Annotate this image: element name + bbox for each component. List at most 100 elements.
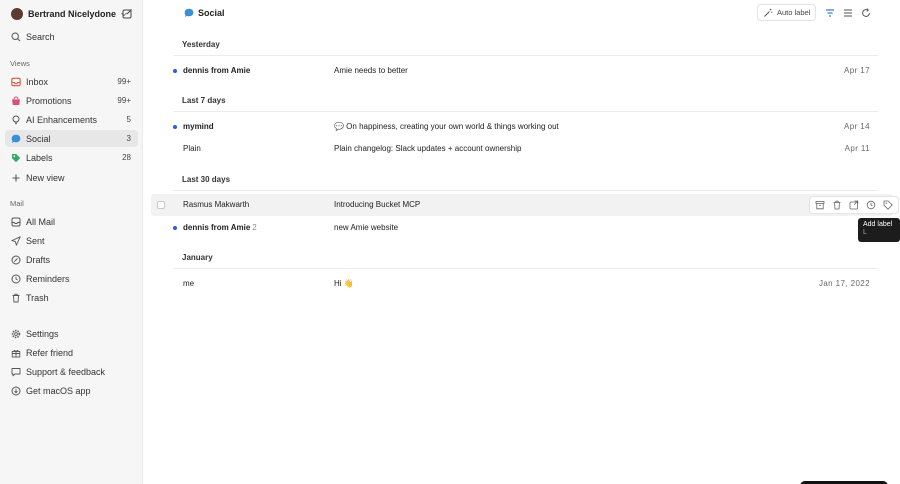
sidebar-item-social[interactable]: Social 3 [5,130,138,147]
group-header: Last 7 days [182,96,226,105]
gear-icon [11,329,21,339]
magic-wand-icon [763,8,773,18]
group-header: Last 30 days [182,175,231,184]
compose-icon[interactable] [122,8,133,19]
tooltip-add-label: Add label L [858,218,900,242]
promotions-icon [11,95,21,106]
page-title: Social [184,7,225,19]
auto-label-button[interactable]: Auto label [757,4,816,21]
sidebar-item-label: Drafts [26,254,51,265]
trash-icon[interactable] [832,200,842,210]
sidebar-item-label: Social [26,133,51,144]
archive-icon[interactable] [815,200,825,210]
sidebar-item-ai-enhancements[interactable]: AI Enhancements 5 [5,111,138,128]
sidebar-item-label: New view [26,172,65,183]
group-header: Yesterday [182,40,220,49]
mail-section-title: Mail [10,199,24,208]
search-icon [11,31,21,42]
account-switcher[interactable]: Bertrand Nicelydone [11,7,128,20]
reminder-clock-icon [11,274,21,284]
table-row[interactable]: mymind 💬 On happiness, creating your own… [151,116,893,138]
new-view-button[interactable]: New view [5,169,138,186]
divider [173,111,878,112]
draft-icon [11,255,21,265]
row-checkbox[interactable] [157,201,165,209]
sidebar-item-label: Sent [26,235,45,246]
sender: Rasmus Makwarth [183,200,250,209]
filter-icon[interactable] [825,8,835,18]
sender: dennis from Amie 2 [183,223,257,232]
sidebar-item-reminders[interactable]: Reminders [5,270,138,287]
sidebar-item-label: All Mail [26,216,56,227]
date: Jan 17, 2022 [818,279,870,288]
sidebar-item-refer-friend[interactable]: Refer friend [5,344,138,361]
subject: Amie needs to better [334,66,408,75]
row-actions-toolbar [809,196,899,214]
table-row[interactable]: dennis from Amie Amie needs to better Ap… [151,60,893,82]
send-icon [11,235,21,246]
chat-bubble-icon [11,134,21,144]
views-section-title: Views [10,59,30,68]
snooze-clock-icon[interactable] [866,200,876,210]
sidebar: Bertrand Nicelydone Search Views Inbox 9… [0,0,143,484]
sidebar-item-drafts[interactable]: Drafts [5,251,138,268]
all-mail-icon [11,217,21,227]
sidebar-item-trash[interactable]: Trash [5,289,138,306]
sidebar-item-support[interactable]: Support & feedback [5,363,138,380]
sidebar-item-label: Refer friend [26,347,74,358]
sidebar-item-inbox[interactable]: Inbox 99+ [5,73,138,90]
group-header: January [182,253,213,262]
search-label: Search [26,31,55,42]
sidebar-item-label: AI Enhancements [26,114,98,125]
sidebar-item-labels[interactable]: Labels 28 [5,149,138,166]
table-row[interactable]: Rasmus Makwarth Introducing Bucket MCP [151,194,899,216]
sender: Plain [183,144,201,153]
auto-label-text: Auto label [777,8,811,17]
unread-count: 99+ [117,77,131,86]
unread-count: 3 [126,134,131,143]
sidebar-item-label: Reminders [26,273,70,284]
sender-name: dennis from Amie [183,223,251,232]
main-content: Social Auto label Yesterday dennis from … [143,0,900,484]
divider [173,190,878,191]
refresh-icon[interactable] [861,8,871,18]
account-name: Bertrand Nicelydone [28,8,117,19]
sidebar-item-promotions[interactable]: Promotions 99+ [5,92,138,109]
table-row[interactable]: dennis from Amie2 new Amie website Ap [151,217,893,239]
divider [173,55,878,56]
chat-bubble-icon [184,8,194,18]
subject: Plain changelog: Slack updates + account… [334,144,522,153]
add-label-icon[interactable] [883,200,893,210]
unread-count: 99+ [117,96,131,105]
trash-icon [11,293,21,303]
download-icon [11,386,21,396]
sidebar-item-label: Settings [26,328,59,339]
sidebar-item-all-mail[interactable]: All Mail [5,213,138,230]
search-button[interactable]: Search [5,28,138,45]
list-view-icon[interactable] [843,8,853,18]
tooltip-shortcut: L [863,229,867,236]
sender: me [183,279,195,288]
move-to-icon[interactable] [849,200,859,210]
table-row[interactable]: Plain Plain changelog: Slack updates + a… [151,138,893,160]
sidebar-item-settings[interactable]: Settings [5,325,138,342]
date: Apr 17 [844,66,870,75]
table-row[interactable]: me Hi 👋 Jan 17, 2022 [151,273,893,295]
sidebar-item-label: Get macOS app [26,385,91,396]
subject: new Amie website [334,223,399,232]
sidebar-item-sent[interactable]: Sent [5,232,138,249]
sidebar-item-label: Support & feedback [26,366,106,377]
unread-count: 5 [126,115,131,124]
date: Apr 14 [844,122,870,131]
unread-dot [173,69,177,73]
subject: Introducing Bucket MCP [334,200,421,209]
thread-count: 2 [252,223,257,232]
gift-icon [11,348,21,358]
date: Apr 11 [844,144,870,153]
sidebar-item-label: Labels [26,152,53,163]
lightbulb-icon [11,115,21,125]
subject: 💬 On happiness, creating your own world … [334,122,559,131]
sidebar-item-get-macos-app[interactable]: Get macOS app [5,382,138,399]
sender: dennis from Amie [183,66,251,75]
divider [173,268,878,269]
